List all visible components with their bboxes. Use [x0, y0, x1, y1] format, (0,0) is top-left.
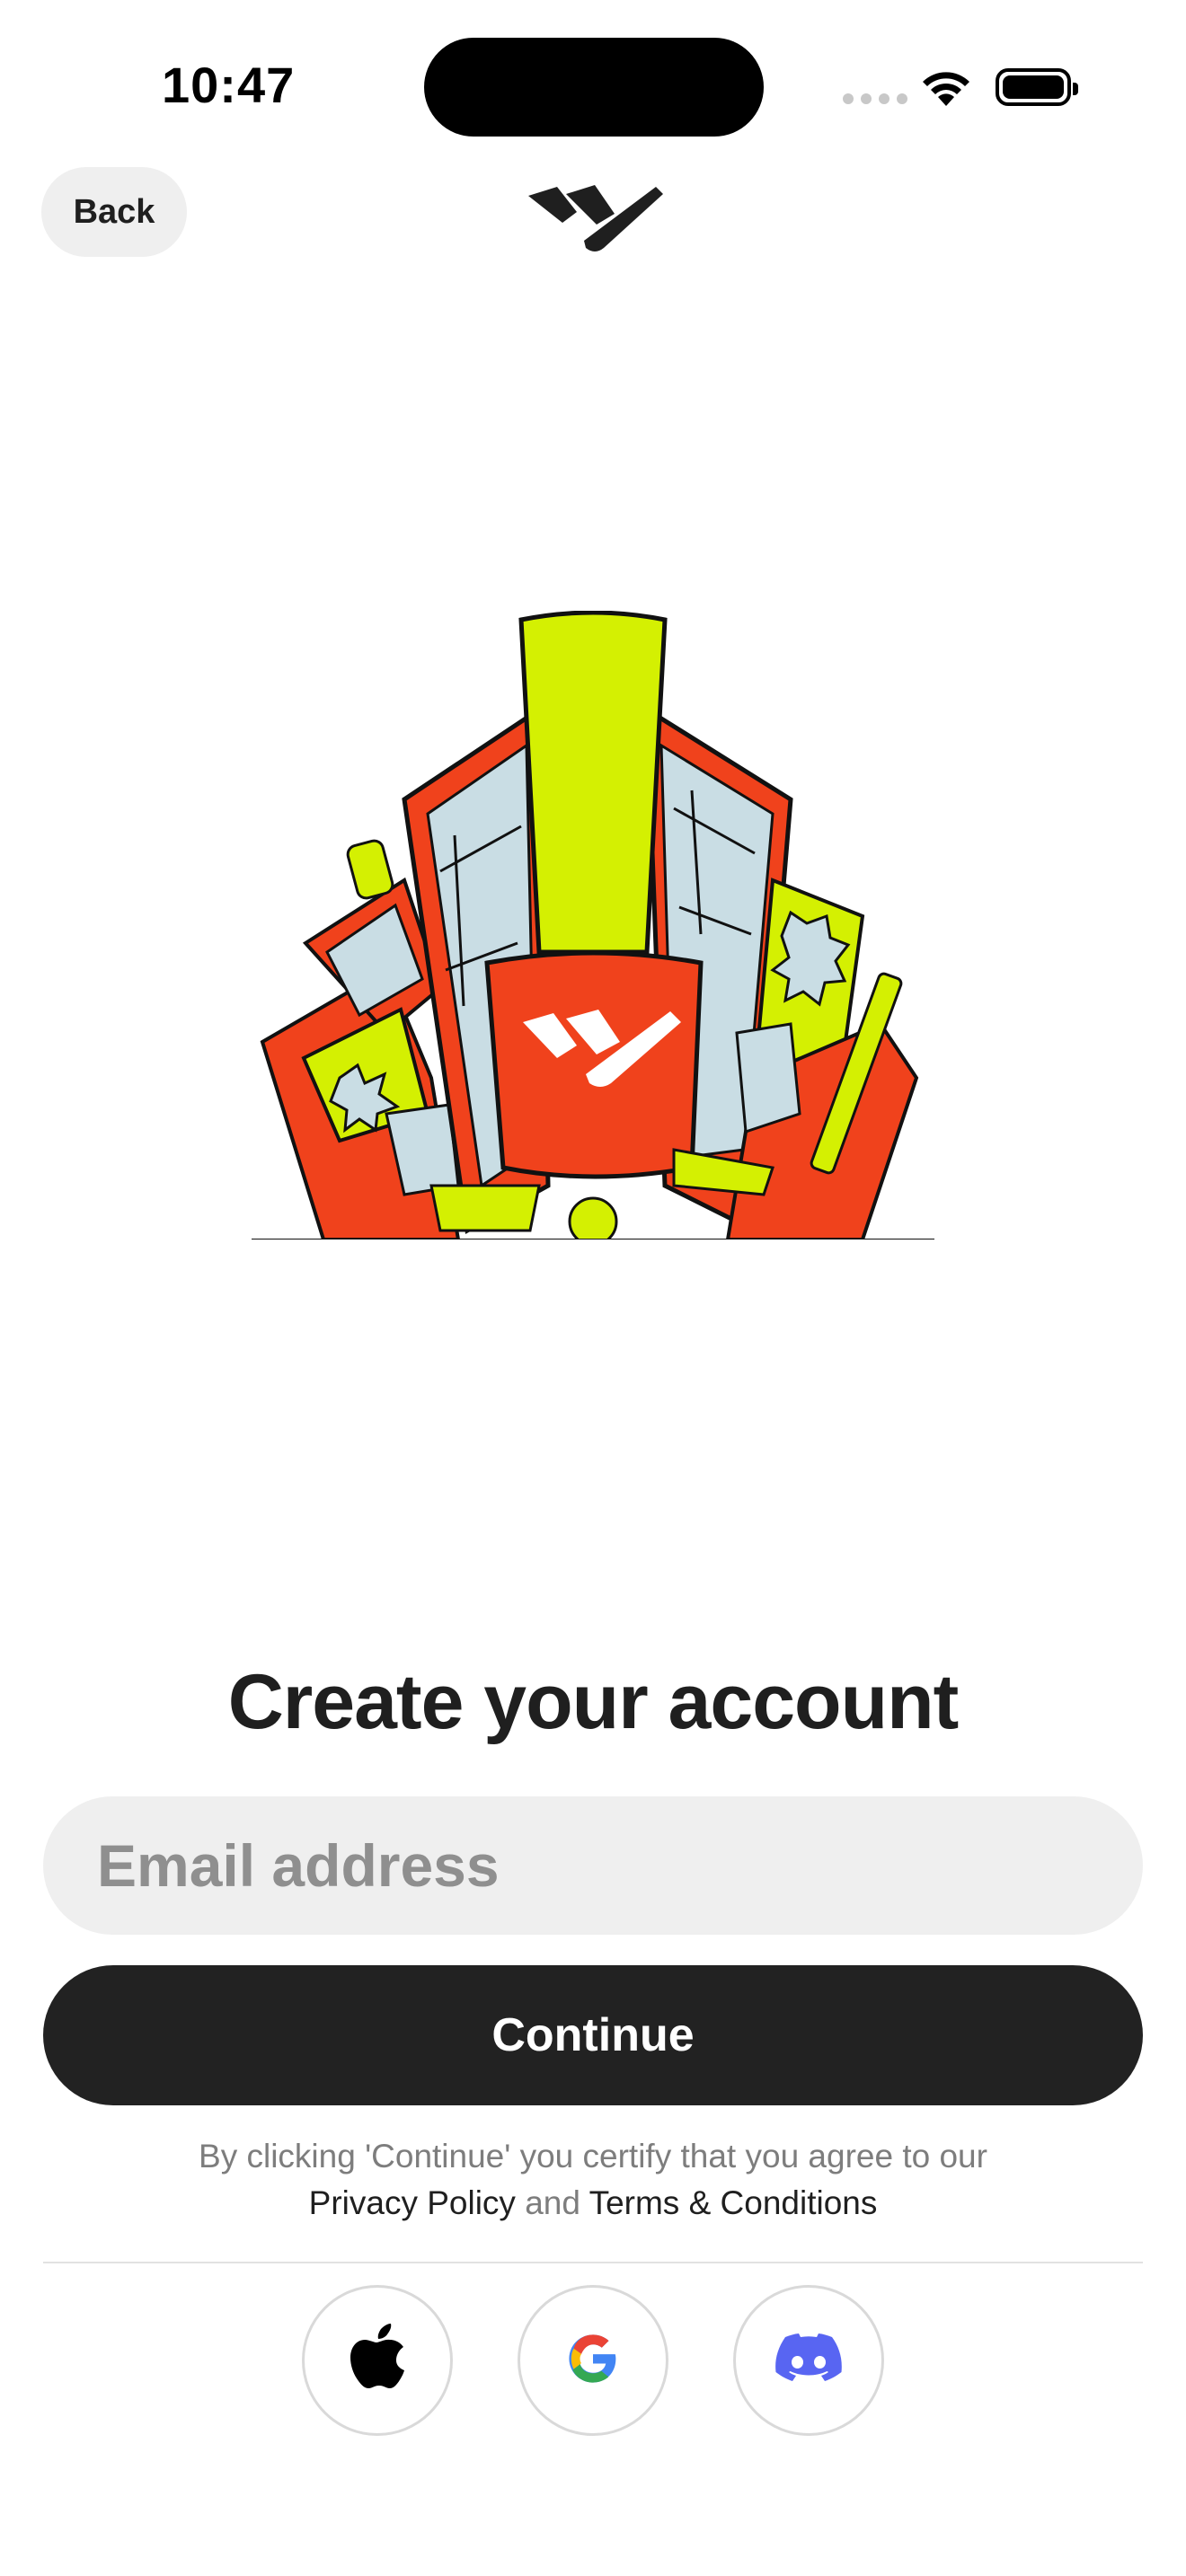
email-field[interactable]: [43, 1796, 1143, 1935]
status-time: 10:47: [162, 57, 296, 113]
divider: [43, 2262, 1143, 2263]
back-button[interactable]: Back: [41, 167, 187, 257]
legal-links: Privacy Policy and Terms & Conditions: [0, 2184, 1186, 2222]
apple-icon: [348, 2323, 407, 2398]
google-login-button[interactable]: [518, 2285, 668, 2436]
battery-icon: [996, 68, 1078, 106]
legal-and-text: and: [525, 2184, 580, 2221]
wifi-icon: [918, 65, 974, 112]
cellular-signal-icon: [843, 93, 907, 104]
continue-button[interactable]: Continue: [43, 1965, 1143, 2105]
privacy-policy-link[interactable]: Privacy Policy: [309, 2184, 516, 2221]
google-icon: [567, 2333, 619, 2389]
dynamic-island: [424, 38, 764, 137]
legal-text: By clicking 'Continue' you certify that …: [199, 2138, 987, 2175]
brand-logo-icon: [521, 178, 665, 263]
terms-conditions-link[interactable]: Terms & Conditions: [589, 2184, 878, 2221]
city-buildings-illustration: [252, 610, 934, 1247]
discord-login-button[interactable]: [733, 2285, 884, 2436]
discord-icon: [774, 2333, 843, 2389]
apple-login-button[interactable]: [302, 2285, 453, 2436]
page-title: Create your account: [227, 1659, 960, 1745]
